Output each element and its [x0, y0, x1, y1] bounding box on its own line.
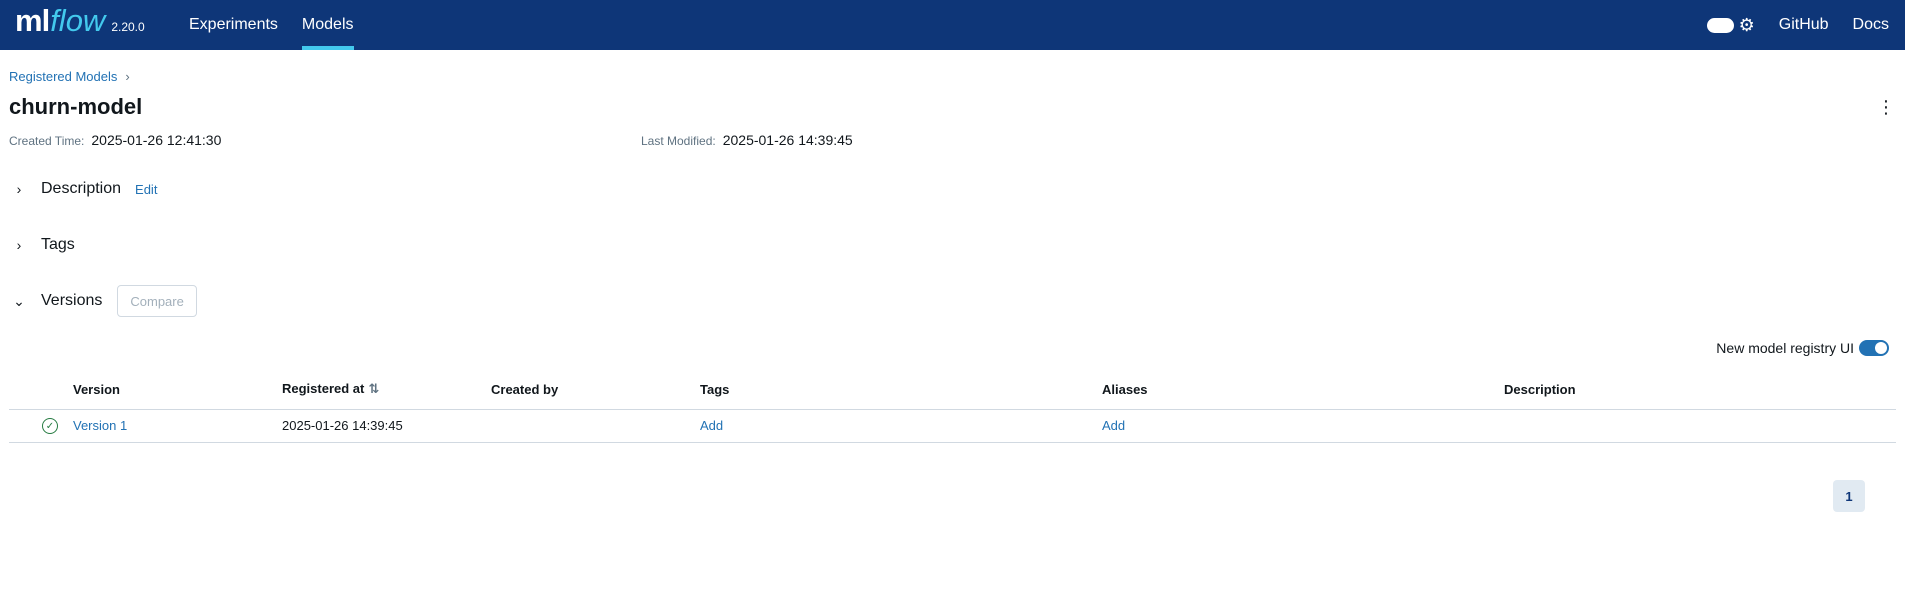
- breadcrumb: Registered Models ›: [9, 68, 1896, 84]
- page-title: churn-model: [9, 94, 143, 119]
- add-alias-link[interactable]: Add: [1102, 418, 1125, 433]
- version-cell: Version 1: [73, 409, 282, 443]
- created-time: Created Time: 2025-01-26 12:41:30: [9, 132, 221, 148]
- registry-ui-switch[interactable]: [1859, 340, 1889, 356]
- last-modified-label: Last Modified:: [641, 134, 716, 148]
- header-registered-at[interactable]: Registered at ⇅: [282, 370, 491, 410]
- main-content: Registered Models › churn-model ⋮ Create…: [0, 68, 1905, 317]
- created-time-value: 2025-01-26 12:41:30: [91, 132, 222, 148]
- compare-button[interactable]: Compare: [117, 285, 197, 317]
- nav-models[interactable]: Models: [290, 0, 366, 50]
- last-modified: Last Modified: 2025-01-26 14:39:45: [641, 132, 853, 148]
- description-header[interactable]: Description: [41, 180, 121, 198]
- version-link[interactable]: Version 1: [73, 418, 127, 433]
- last-modified-value: 2025-01-26 14:39:45: [722, 132, 853, 148]
- tags-section: › Tags: [9, 230, 1896, 260]
- new-registry-ui-label: New model registry UI: [1716, 340, 1854, 356]
- top-navbar: ml flow 2.20.0 Experiments Models ⚙ GitHu…: [0, 0, 1905, 50]
- edit-description-link[interactable]: Edit: [135, 182, 157, 197]
- header-description: Description: [1504, 370, 1896, 410]
- nav-experiments[interactable]: Experiments: [177, 0, 290, 50]
- add-tag-link[interactable]: Add: [700, 418, 723, 433]
- tags-cell: Add: [700, 409, 1102, 443]
- header-created-by: Created by: [491, 370, 700, 410]
- breadcrumb-registered-models[interactable]: Registered Models: [9, 69, 117, 84]
- logo-flow-text: flow: [50, 3, 106, 38]
- chevron-right-icon[interactable]: ›: [9, 181, 29, 197]
- more-options-icon[interactable]: ⋮: [1876, 98, 1896, 116]
- main-nav: Experiments Models: [177, 0, 366, 50]
- pagination-page-1[interactable]: 1: [1833, 480, 1865, 512]
- sort-icon[interactable]: ⇅: [368, 381, 379, 396]
- chevron-down-icon[interactable]: ⌄: [9, 293, 29, 310]
- chevron-right-icon: ›: [125, 68, 130, 84]
- created-time-label: Created Time:: [9, 134, 85, 148]
- toggle-icon[interactable]: [1706, 17, 1734, 33]
- status-cell: ✓: [9, 409, 73, 443]
- header-status: [9, 370, 73, 410]
- chevron-right-icon[interactable]: ›: [9, 237, 29, 253]
- check-circle-icon: ✓: [42, 418, 58, 435]
- header-aliases: Aliases: [1102, 370, 1504, 410]
- registered-at-cell: 2025-01-26 14:39:45: [282, 409, 491, 443]
- model-metadata: Created Time: 2025-01-26 12:41:30 Last M…: [9, 132, 1896, 152]
- created-by-cell: [491, 409, 700, 443]
- header-registered-at-label: Registered at: [282, 381, 365, 397]
- docs-link[interactable]: Docs: [1853, 16, 1889, 34]
- new-registry-ui-toggle: New model registry UI: [1716, 340, 1889, 356]
- title-row: churn-model ⋮: [9, 93, 1896, 121]
- header-version: Version: [73, 370, 282, 410]
- description-cell: [1504, 409, 1896, 443]
- aliases-cell: Add: [1102, 409, 1504, 443]
- versions-section: ⌄ Versions Compare: [9, 285, 1896, 317]
- nav-right: ⚙ GitHub Docs: [1706, 0, 1889, 50]
- header-tags: Tags: [700, 370, 1102, 410]
- github-link[interactable]: GitHub: [1779, 16, 1829, 34]
- gear-icon[interactable]: ⚙: [1739, 16, 1755, 34]
- mlflow-logo[interactable]: ml flow 2.20.0: [0, 0, 165, 50]
- version-label: 2.20.0: [111, 20, 145, 34]
- description-section: › Description Edit: [9, 174, 1896, 204]
- table-row: ✓ Version 1 2025-01-26 14:39:45 Add Add: [9, 409, 1896, 443]
- logo-ml-text: ml: [15, 3, 50, 38]
- tags-header[interactable]: Tags: [41, 236, 75, 254]
- table-header-row: Version Registered at ⇅ Created by Tags A…: [9, 370, 1896, 410]
- versions-header[interactable]: Versions: [41, 292, 102, 310]
- versions-table: Version Registered at ⇅ Created by Tags A…: [9, 370, 1896, 443]
